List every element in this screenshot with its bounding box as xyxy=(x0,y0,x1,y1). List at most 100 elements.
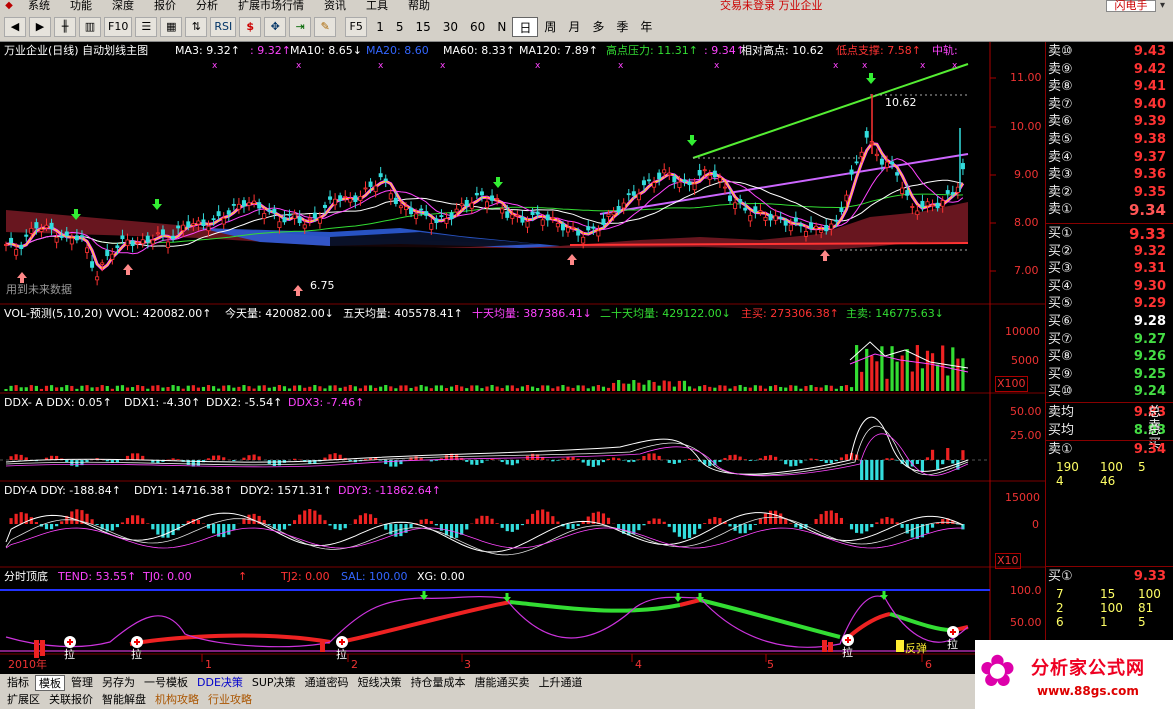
period-30min[interactable]: 30 xyxy=(437,17,464,37)
volume-bar xyxy=(70,385,74,391)
period-1min[interactable]: 1 xyxy=(370,17,390,37)
menu-item-analysis[interactable]: 分析 xyxy=(186,0,228,12)
volume-bar xyxy=(677,380,681,391)
tab-template-5[interactable]: DDE决策 xyxy=(194,675,246,691)
ask-row-3[interactable]: 卖③ 9.36 xyxy=(1046,166,1173,184)
f5-button[interactable]: F5 xyxy=(345,16,368,37)
ask-row-7[interactable]: 卖⑦ 9.40 xyxy=(1046,96,1173,114)
rsi-button[interactable]: RSI xyxy=(210,16,237,37)
period-n[interactable]: N xyxy=(491,17,512,37)
back-icon[interactable]: ◀ xyxy=(4,16,26,37)
menu-item-depth[interactable]: 深度 xyxy=(102,0,144,12)
bid-row-3[interactable]: 买③ 9.31 xyxy=(1046,260,1173,278)
ddx-bar xyxy=(14,454,18,460)
ddy-bar xyxy=(328,524,332,526)
period-day[interactable]: 日 xyxy=(512,16,539,37)
trade-login-status[interactable]: 交易未登录 万业企业 xyxy=(720,0,823,12)
bid-row-6[interactable]: 买⑥ 9.28 xyxy=(1046,313,1173,331)
chart-area[interactable]: x x x x x x x x x x x 拉拉拉拉拉反弹 万业企业(日线) 自动划线主图 MA3: … xyxy=(0,42,1045,674)
ddy-bar xyxy=(865,524,869,532)
tab-template-9[interactable]: 持仓量成本 xyxy=(408,675,469,691)
tab-template-3[interactable]: 另存为 xyxy=(99,675,138,691)
period-week[interactable]: 周 xyxy=(538,17,562,37)
volume-bar xyxy=(642,384,646,391)
candle-body xyxy=(398,205,403,209)
ask-row-10[interactable]: 卖⑩ 9.43 xyxy=(1046,43,1173,61)
buy1-detail[interactable]: 买① 9.33 xyxy=(1046,568,1173,586)
template-tab-row: 指标 模板 管理 另存为 一号模板 DDE决策 SUP决策 通道密码 短线决策 持仓量成本 唐能通买… xyxy=(4,675,589,691)
volume-bar xyxy=(551,388,555,391)
flash-trade-button[interactable]: 闪电手 xyxy=(1106,0,1156,12)
draw-pen-icon[interactable]: ✎ xyxy=(314,16,337,37)
tab-template-4[interactable]: 一号模板 xyxy=(141,675,191,691)
money-icon[interactable]: $ xyxy=(239,16,262,37)
move-icon[interactable]: ✥ xyxy=(264,16,287,37)
candle-body xyxy=(216,211,221,217)
bid-row-2[interactable]: 买② 9.32 xyxy=(1046,243,1173,261)
bid-row-8[interactable]: 买⑧ 9.26 xyxy=(1046,348,1173,366)
list-icon[interactable]: ☰ xyxy=(135,16,158,37)
bid-row-10[interactable]: 买⑩ 9.24 xyxy=(1046,383,1173,401)
menu-item-news[interactable]: 资讯 xyxy=(314,0,356,12)
tend-legend-sal: SAL: 100.00 xyxy=(341,570,408,583)
period-5min[interactable]: 5 xyxy=(390,17,410,37)
ask-row-8[interactable]: 卖⑧ 9.41 xyxy=(1046,78,1173,96)
ask-row-9[interactable]: 卖⑨ 9.42 xyxy=(1046,61,1173,79)
bid-row-5[interactable]: 买⑤ 9.29 xyxy=(1046,295,1173,313)
bid-row-4[interactable]: 买④ 9.30 xyxy=(1046,278,1173,296)
tab-template-2[interactable]: 管理 xyxy=(68,675,96,691)
ddy-bar xyxy=(368,514,373,524)
bid-row-1[interactable]: 买① 9.33 xyxy=(1046,225,1173,243)
ask-row-6[interactable]: 卖⑥ 9.39 xyxy=(1046,113,1173,131)
period-year[interactable]: 年 xyxy=(634,17,658,37)
ask-row-4[interactable]: 卖④ 9.37 xyxy=(1046,149,1173,167)
volume-bar xyxy=(176,386,180,391)
candle-body xyxy=(317,217,322,224)
menu-item-quote[interactable]: 报价 xyxy=(144,0,186,12)
candle-body xyxy=(29,227,34,234)
period-quarter[interactable]: 季 xyxy=(610,17,634,37)
bar-chart-icon[interactable]: ▥ xyxy=(79,16,101,37)
tab-extension-2[interactable]: 智能解盘 xyxy=(99,692,149,708)
menu-item-function[interactable]: 功能 xyxy=(60,0,102,12)
forward-icon[interactable]: ▶ xyxy=(29,16,51,37)
ask-row-1[interactable]: 卖① 9.34 xyxy=(1046,201,1173,219)
window-control-icon[interactable]: ▾ xyxy=(1160,0,1165,12)
sell1-detail[interactable]: 卖① 9.34 xyxy=(1046,441,1173,459)
tab-extension-1[interactable]: 关联报价 xyxy=(46,692,96,708)
grid-icon[interactable]: ▦ xyxy=(160,16,183,37)
tab-extension-4[interactable]: 行业攻略 xyxy=(205,692,255,708)
tab-template-11[interactable]: 上升通道 xyxy=(536,675,586,691)
ddx-bar xyxy=(925,457,930,460)
f10-icon[interactable]: F10 xyxy=(104,16,133,37)
app-logo-icon: ◆ xyxy=(5,0,13,11)
tab-template-1[interactable]: 模板 xyxy=(35,675,65,691)
ask-row-2[interactable]: 卖② 9.35 xyxy=(1046,184,1173,202)
menu-item-extended-market[interactable]: 扩展市场行情 xyxy=(228,0,314,12)
volume-bar xyxy=(920,368,925,391)
tab-template-0[interactable]: 指标 xyxy=(4,675,32,691)
ddy-bar xyxy=(130,515,135,524)
export-icon[interactable]: ⇥ xyxy=(289,16,312,37)
period-60min[interactable]: 60 xyxy=(464,17,491,37)
candle-body xyxy=(728,195,733,202)
tab-template-7[interactable]: 通道密码 xyxy=(302,675,352,691)
period-multi[interactable]: 多 xyxy=(586,17,610,37)
menu-item-system[interactable]: 系统 xyxy=(18,0,60,12)
menu-item-help[interactable]: 帮助 xyxy=(398,0,440,12)
tab-template-8[interactable]: 短线决策 xyxy=(355,675,405,691)
ask-row-5[interactable]: 卖⑤ 9.38 xyxy=(1046,131,1173,149)
kline-chart-icon[interactable]: ╫ xyxy=(54,16,76,37)
ddy-bar xyxy=(910,524,914,538)
bid-row-7[interactable]: 买⑦ 9.27 xyxy=(1046,331,1173,349)
ask-row-9-label: 卖⑨ xyxy=(1048,61,1073,77)
tab-template-10[interactable]: 唐能通买卖 xyxy=(472,675,533,691)
period-month[interactable]: 月 xyxy=(562,17,586,37)
tab-extension-0[interactable]: 扩展区 xyxy=(4,692,43,708)
period-15min[interactable]: 15 xyxy=(409,17,436,37)
sort-icon[interactable]: ⇅ xyxy=(185,16,208,37)
bid-row-9[interactable]: 买⑨ 9.25 xyxy=(1046,366,1173,384)
tab-template-6[interactable]: SUP决策 xyxy=(249,675,299,691)
tab-extension-3[interactable]: 机构攻略 xyxy=(152,692,202,708)
menu-item-tools[interactable]: 工具 xyxy=(356,0,398,12)
